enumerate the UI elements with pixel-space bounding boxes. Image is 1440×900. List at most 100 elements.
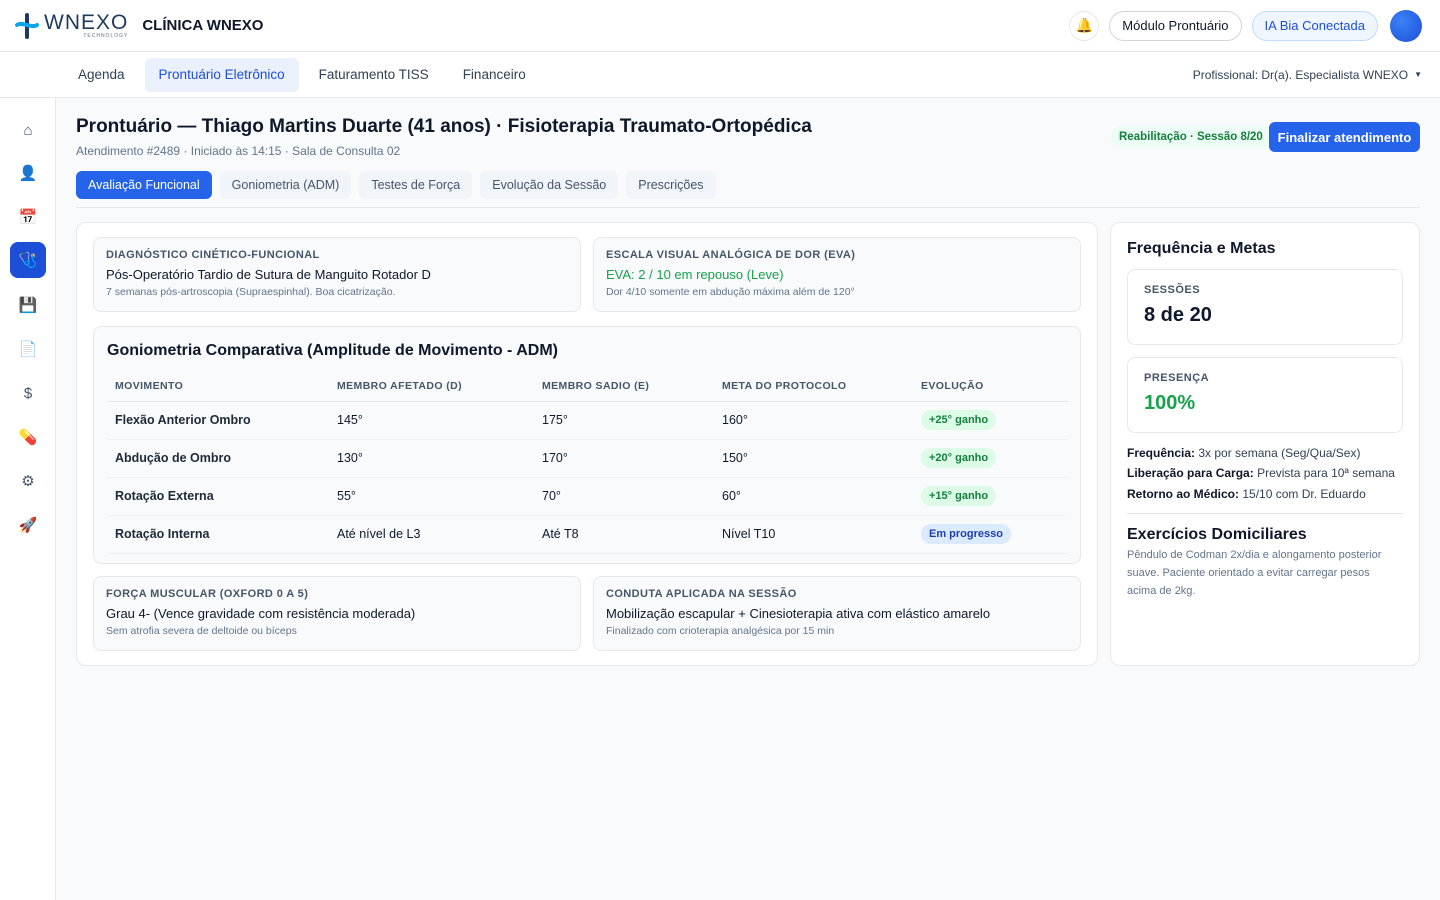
table-row: Rotação Externa 55° 70° 60° +15° ganho — [107, 477, 1068, 516]
goniometry-title: Goniometria Comparativa (Amplitude de Mo… — [107, 342, 558, 359]
column-header: Movimento — [107, 371, 329, 402]
calendar-icon[interactable]: 📅 — [10, 199, 46, 235]
healthy-cell: 70° — [534, 477, 714, 516]
evolution-badge: +15° ganho — [921, 486, 997, 506]
nav-item-financeiro[interactable]: Financeiro — [449, 58, 540, 92]
pill-icon[interactable]: 💊 — [10, 419, 46, 455]
finish-appointment-button[interactable]: Finalizar atendimento — [1269, 122, 1420, 152]
column-header: Meta do Protocolo — [714, 371, 913, 402]
healthy-cell: 170° — [534, 439, 714, 478]
diagnosis-value: Pós-Operatório Tardio de Sutura de Mangu… — [106, 267, 431, 282]
nav-item-faturamento[interactable]: Faturamento TISS — [305, 58, 443, 92]
column-header: Membro Afetado (D) — [329, 371, 534, 402]
goal-cell: 150° — [714, 439, 913, 478]
diagnosis-label: Diagnóstico Cinético-Funcional — [106, 249, 320, 261]
affected-cell: 145° — [329, 401, 534, 440]
dollar-icon[interactable]: $ — [10, 375, 46, 411]
user-avatar[interactable] — [1390, 9, 1422, 42]
rocket-icon[interactable]: 🚀 — [10, 507, 46, 543]
tab-evolucao-sessao[interactable]: Evolução da Sessão — [480, 171, 619, 199]
page-title: Prontuário — Thiago Martins Duarte (41 a… — [76, 116, 812, 137]
main-navigation: Agenda Prontuário Eletrônico Faturamento… — [0, 52, 1440, 98]
table-row: Flexão Anterior Ombro 145° 175° 160° +25… — [107, 401, 1068, 440]
goniometry-section: Goniometria Comparativa (Amplitude de Mo… — [93, 326, 1081, 564]
save-icon[interactable]: 💾 — [10, 287, 46, 323]
column-header: Membro Sadio (E) — [534, 371, 714, 402]
clinic-name: CLÍNICA WNEXO — [142, 17, 264, 34]
frequency-line: Frequência: 3x por semana (Seg/Qua/Sex) — [1127, 446, 1360, 460]
movement-cell: Rotação Interna — [107, 515, 329, 554]
pain-scale-value: EVA: 2 / 10 em repouso (Leve) — [606, 267, 784, 282]
conduct-box: Conduta Aplicada na Sessão Mobilização e… — [593, 576, 1081, 651]
frequency-goals-card: Frequência e Metas SESSÕES 8 de 20 PRESE… — [1110, 222, 1420, 666]
logo-word: WNEXO — [44, 11, 129, 34]
ai-status-button[interactable]: IA Bia Conectada — [1251, 10, 1378, 41]
conduct-note: Finalizado com crioterapia analgésica po… — [606, 625, 835, 637]
load-value: Prevista para 10ª semana — [1257, 466, 1395, 480]
user-icon[interactable]: 👤 — [10, 155, 46, 191]
movement-cell: Abdução de Ombro — [107, 439, 329, 478]
affected-cell: 55° — [329, 477, 534, 516]
evolution-badge: +25° ganho — [921, 410, 997, 430]
professional-label: Profissional: Dr(a). Especialista WNEXO — [1192, 67, 1409, 82]
pain-scale-box: Escala Visual Analógica de Dor (EVA) EVA… — [593, 237, 1081, 312]
module-button[interactable]: Módulo Prontuário — [1109, 10, 1242, 41]
doctor-return-line: Retorno ao Médico: 15/10 com Dr. Eduardo — [1127, 487, 1366, 501]
tabs-divider — [76, 207, 1420, 208]
movement-cell: Rotação Externa — [107, 477, 329, 516]
return-value: 15/10 com Dr. Eduardo — [1242, 487, 1366, 501]
sessions-value: 8 de 20 — [1144, 304, 1212, 326]
presence-stat: PRESENÇA 100% — [1127, 357, 1403, 433]
session-badge: Reabilitação · Sessão 8/20 — [1111, 126, 1271, 148]
strength-label: Força Muscular (Oxford 0 a 5) — [106, 588, 309, 600]
table-row: Abdução de Ombro 130° 170° 150° +20° gan… — [107, 439, 1068, 478]
goals-divider — [1127, 513, 1403, 514]
medical-record-icon[interactable]: 🩺 — [10, 242, 46, 278]
notifications-button[interactable]: 🔔 — [1069, 10, 1100, 41]
affected-cell: Até nível de L3 — [329, 515, 534, 554]
table-row: Rotação Interna Até nível de L3 Até T8 N… — [107, 515, 1068, 554]
presence-value: 100% — [1144, 392, 1196, 414]
frequency-value: 3x por semana (Seg/Qua/Sex) — [1198, 446, 1361, 460]
affected-cell: 130° — [329, 439, 534, 478]
page-subtitle: Atendimento #2489 · Iniciado às 14:15 · … — [76, 144, 401, 158]
functional-evaluation-card: Diagnóstico Cinético-Funcional Pós-Opera… — [76, 222, 1098, 666]
tab-goniometria[interactable]: Goniometria (ADM) — [219, 171, 352, 199]
strength-note: Sem atrofia severa de deltoide ou bíceps — [106, 625, 297, 637]
tab-testes-forca[interactable]: Testes de Força — [359, 171, 473, 199]
presence-label: PRESENÇA — [1144, 372, 1210, 384]
nav-item-agenda[interactable]: Agenda — [64, 58, 139, 92]
chevron-down-icon: ▼ — [1414, 70, 1422, 79]
movement-cell: Flexão Anterior Ombro — [107, 401, 329, 440]
sessions-label: SESSÕES — [1144, 284, 1201, 296]
diagnosis-box: Diagnóstico Cinético-Funcional Pós-Opera… — [93, 237, 581, 312]
healthy-cell: Até T8 — [534, 515, 714, 554]
tab-prescricoes[interactable]: Prescrições — [626, 171, 716, 199]
document-icon[interactable]: 📄 — [10, 331, 46, 367]
pain-scale-label: Escala Visual Analógica de Dor (EVA) — [606, 249, 856, 261]
home-exercises-title: Exercícios Domiciliares — [1127, 526, 1307, 543]
gear-icon[interactable]: ⚙ — [10, 463, 46, 499]
professional-selector[interactable]: Profissional: Dr(a). Especialista WNEXO … — [1193, 68, 1422, 82]
healthy-cell: 175° — [534, 401, 714, 440]
sessions-stat: SESSÕES 8 de 20 — [1127, 269, 1403, 345]
bell-icon: 🔔 — [1075, 17, 1094, 33]
frequency-key: Frequência: — [1127, 446, 1196, 460]
strength-box: Força Muscular (Oxford 0 a 5) Grau 4- (V… — [93, 576, 581, 651]
goal-cell: Nível T10 — [714, 515, 913, 554]
record-tabs: Avaliação Funcional Goniometria (ADM) Te… — [76, 171, 716, 199]
wnexo-logo[interactable]: WNEXO TECHNOLOGY — [14, 12, 128, 39]
column-header: Evolução — [913, 371, 1068, 402]
load-key: Liberação para Carga: — [1127, 466, 1254, 480]
pain-scale-note: Dor 4/10 somente em abdução máxima além … — [606, 286, 855, 298]
tab-avaliacao-funcional[interactable]: Avaliação Funcional — [76, 171, 212, 199]
home-icon[interactable]: ⌂ — [10, 112, 46, 148]
top-header: WNEXO TECHNOLOGY CLÍNICA WNEXO 🔔 Módulo … — [0, 0, 1440, 52]
conduct-label: Conduta Aplicada na Sessão — [606, 588, 797, 600]
logo-subtitle: TECHNOLOGY — [83, 33, 129, 39]
goal-cell: 160° — [714, 401, 913, 440]
conduct-value: Mobilização escapular + Cinesioterapia a… — [606, 606, 991, 621]
evolution-badge: Em progresso — [921, 524, 1011, 544]
nav-item-prontuario[interactable]: Prontuário Eletrônico — [144, 57, 299, 92]
goniometry-table: Movimento Membro Afetado (D) Membro Sadi… — [107, 371, 1068, 554]
